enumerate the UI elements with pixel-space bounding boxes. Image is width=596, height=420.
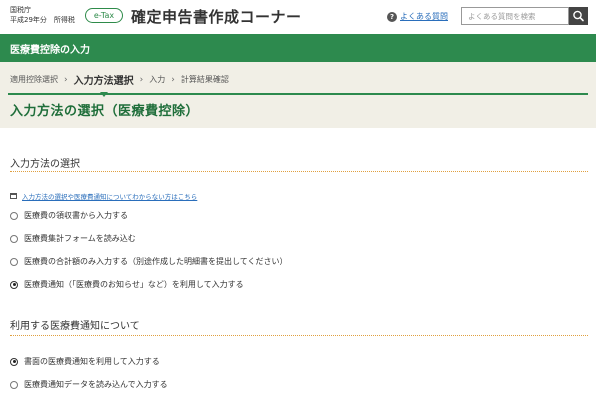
option-label: 医療費集計フォームを読み込む	[24, 234, 136, 243]
option-medical-notice[interactable]: 医療費通知（「医療費のお知らせ」など）を利用して入力する	[10, 279, 244, 290]
site-title[interactable]: 確定申告書作成コーナー	[131, 6, 302, 27]
agency-label: 国税庁 平成29年分 所得税	[10, 5, 75, 25]
option-paper-notice[interactable]: 書面の医療費通知を利用して入力する	[10, 356, 160, 367]
chevron-right-icon: ›	[139, 74, 144, 85]
site-header: 国税庁 平成29年分 所得税 e-Tax 確定申告書作成コーナー ? よくある質…	[0, 0, 596, 34]
dotted-divider	[10, 171, 588, 172]
faq-link-label: よくある質問	[400, 12, 448, 21]
input-method-heading: 入力方法の選択	[10, 159, 80, 170]
chevron-right-icon: ›	[64, 74, 68, 85]
faq-search-input[interactable]	[461, 7, 569, 25]
radio-button[interactable]	[10, 211, 18, 220]
chevron-right-icon: ›	[171, 74, 175, 85]
step-result-confirm: 計算結果確認	[180, 75, 229, 84]
option-load-form[interactable]: 医療費集計フォームを読み込む	[10, 233, 136, 244]
option-receipt-input[interactable]: 医療費の領収書から入力する	[10, 210, 128, 221]
option-label: 医療費通知（「医療費のお知らせ」など）を利用して入力する	[24, 280, 244, 289]
option-label: 医療費通知データを読み込んで入力する	[24, 380, 168, 389]
search-icon	[573, 10, 584, 22]
step-area: 適用控除選択 › 入力方法選択 › 入力 › 計算結果確認 入力方法の選択（医療…	[0, 62, 596, 128]
option-notice-data[interactable]: 医療費通知データを読み込んで入力する	[10, 379, 168, 390]
radio-button-selected[interactable]	[10, 280, 18, 289]
step-input-method-select: 入力方法選択	[74, 72, 134, 97]
help-icon: ?	[387, 11, 397, 22]
help-link-label: 入力方法の選択や医療費通知についてわからない方はこちら	[22, 193, 198, 201]
dotted-divider	[10, 335, 588, 336]
notice-usage-heading: 利用する医療費通知について	[10, 321, 140, 332]
radio-button[interactable]	[10, 234, 18, 243]
option-label: 書面の医療費通知を利用して入力する	[24, 357, 160, 366]
agency-name: 国税庁	[10, 6, 31, 14]
step-divider	[8, 93, 588, 95]
faq-link[interactable]: ? よくある質問	[387, 11, 448, 22]
tax-year-label: 平成29年分 所得税	[10, 16, 75, 24]
option-label: 医療費の領収書から入力する	[24, 211, 128, 220]
section-bar: 医療費控除の入力	[0, 34, 596, 62]
option-total-only[interactable]: 医療費の合計額のみ入力する（別途作成した明細書を提出してください）	[10, 256, 288, 267]
section-title: 医療費控除の入力	[10, 45, 90, 56]
step-breadcrumb: 適用控除選択 › 入力方法選択 › 入力 › 計算結果確認	[10, 72, 229, 97]
radio-button-selected[interactable]	[10, 357, 18, 366]
step-input: 入力	[149, 75, 166, 84]
window-icon	[10, 193, 17, 199]
page-title: 入力方法の選択（医療費控除）	[10, 104, 200, 119]
search-button[interactable]	[569, 7, 588, 25]
radio-button[interactable]	[10, 380, 18, 389]
option-label: 医療費の合計額のみ入力する（別途作成した明細書を提出してください）	[24, 257, 288, 266]
etax-badge: e-Tax	[85, 8, 123, 23]
radio-button[interactable]	[10, 257, 18, 266]
help-link[interactable]: 入力方法の選択や医療費通知についてわからない方はこちら	[10, 191, 197, 201]
step-deduction-select: 適用控除選択	[10, 75, 58, 84]
